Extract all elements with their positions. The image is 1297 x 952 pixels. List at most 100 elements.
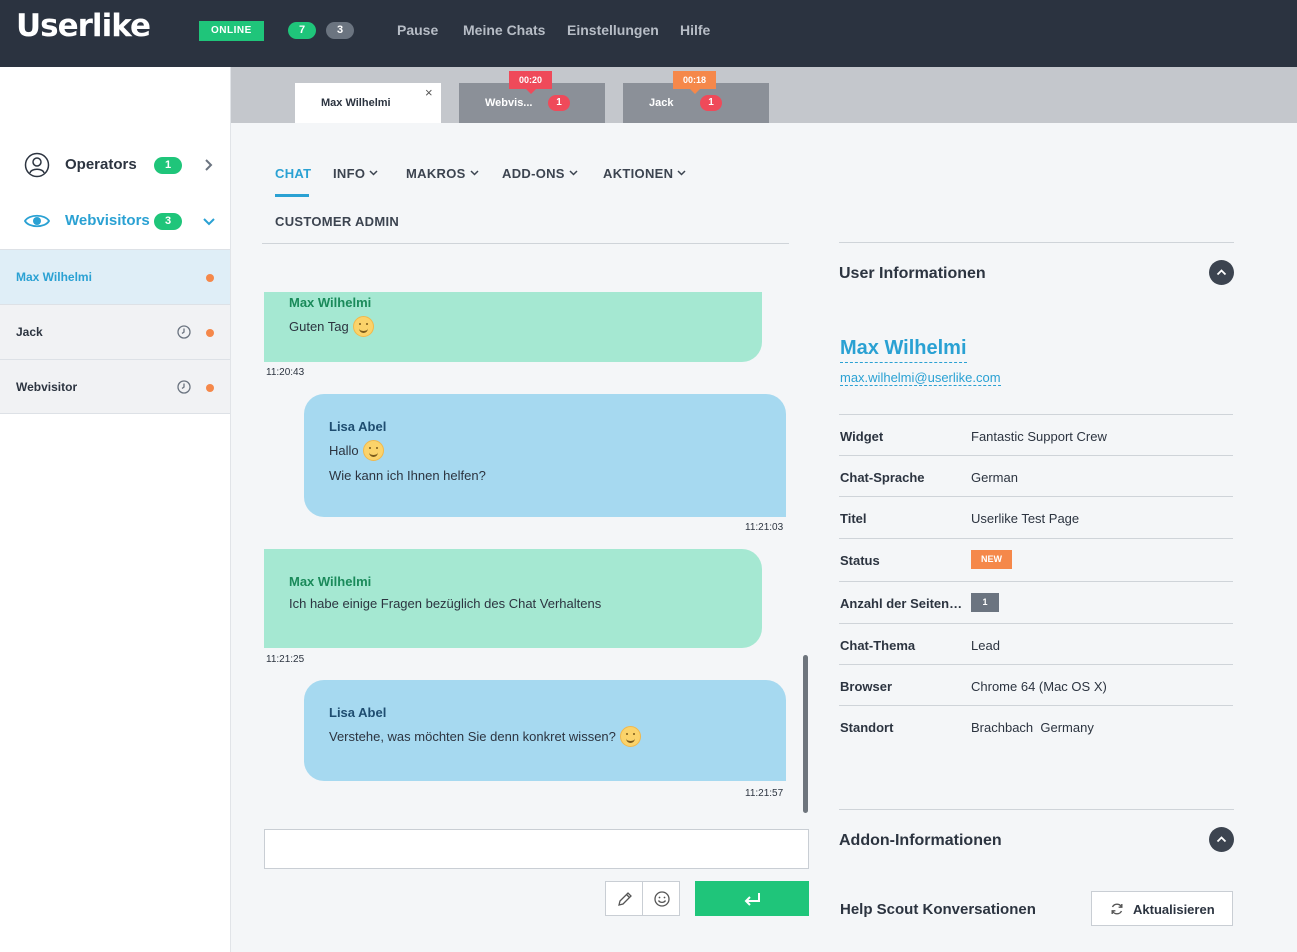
nav-meine-chats[interactable]: Meine Chats [463,22,545,38]
waiting-chats-count[interactable]: 3 [326,22,354,39]
smiley-icon [654,891,670,907]
pencil-icon [618,892,632,906]
user-name-link[interactable]: Max Wilhelmi [840,337,967,363]
collapse-addon-info-button[interactable] [1209,827,1234,852]
tab-aktionen[interactable]: AKTIONEN [603,166,686,181]
info-value: Userlike Test Page [971,511,1080,526]
tab-label: Webvis... [485,97,533,109]
sidebar-webvisitors-count: 3 [154,213,182,230]
chat-scrollbar[interactable] [803,655,808,813]
tab-makros-label: MAKROS [406,166,466,181]
chat-tab-strip: Max Wilhelmi × 00:20 Webvis... 1 00:18 J… [231,67,1297,123]
tab-customer-admin[interactable]: CUSTOMER ADMIN [275,214,399,229]
chevron-down-icon [203,218,215,226]
tab-makros[interactable]: MAKROS [406,166,479,181]
message-text: Hallo [329,440,761,461]
online-status-badge[interactable]: ONLINE [199,21,264,41]
operator-icon [24,152,50,178]
tab-add-ons[interactable]: ADD-ONS [502,166,578,181]
smiley-emoji-icon [352,316,374,337]
close-icon[interactable]: × [425,85,433,100]
sidebar: Operators 1 Webvisitors 3 Max Wilhelmi J… [0,67,231,952]
tab-webvisitor[interactable]: 00:20 Webvis... 1 [459,71,605,123]
message-clip: Max Wilhelmi Guten Tag [264,292,762,362]
nav-hilfe[interactable]: Hilfe [680,22,710,38]
chat-message-visitor: Max Wilhelmi Ich habe einige Fragen bezü… [264,549,762,648]
eye-icon [24,214,50,228]
nav-pause[interactable]: Pause [397,22,438,38]
clock-icon [177,380,191,394]
refresh-button[interactable]: Aktualisieren [1091,891,1233,926]
chat-message-visitor: Max Wilhelmi Guten Tag [264,292,762,362]
unread-dot [206,329,214,337]
tab-timer: 00:20 [509,71,553,94]
smiley-emoji-icon [362,440,384,461]
message-sender: Max Wilhelmi [289,574,372,589]
visitor-item-max-wilhelmi[interactable]: Max Wilhelmi [0,249,230,304]
message-text: Ich habe einige Fragen bezüglich des Cha… [289,596,602,611]
collapse-user-info-button[interactable] [1209,260,1234,285]
chevron-down-icon [369,170,378,176]
chevron-down-icon [569,170,578,176]
tab-unread-count: 1 [548,95,570,111]
message-text: Guten Tag [289,316,737,337]
message-time: 11:21:25 [266,654,305,665]
info-key: Widget [840,429,884,444]
divider [839,242,1234,243]
sidebar-operators-count: 1 [154,157,182,174]
unread-dot [206,384,214,392]
info-row-widget: Widget Fantastic Support Crew [839,414,1233,456]
sidebar-operators-label: Operators [65,156,137,173]
tab-jack[interactable]: 00:18 Jack 1 [623,71,769,123]
info-row-chat-sprache: Chat-Sprache German [839,455,1233,497]
info-key: Standort [840,720,894,735]
info-key: Browser [840,679,893,694]
enter-icon [744,893,760,906]
tab-aktionen-label: AKTIONEN [603,166,674,181]
visitor-item-jack[interactable]: Jack [0,304,230,359]
chat-message-operator: Lisa Abel Verstehe, was möchten Sie denn… [304,680,786,781]
message-text: Verstehe, was möchten Sie denn konkret w… [329,726,761,747]
send-button[interactable] [695,881,809,916]
active-chats-count[interactable]: 7 [288,22,316,39]
tab-label: Max Wilhelmi [321,97,391,109]
visitor-item-webvisitor[interactable]: Webvisitor [0,359,230,414]
info-key: Anzahl der Seitenaufrufe [840,596,965,611]
chevron-up-icon [1216,836,1227,843]
info-row-chat-thema: Chat-Thema Lead [839,623,1233,665]
nav-einstellungen[interactable]: Einstellungen [567,22,659,38]
tab-unread-count: 1 [700,95,722,111]
info-row-anzahl-seiten: Anzahl der Seitenaufrufe 1 [839,581,1233,623]
info-key: Status [840,553,880,568]
tab-chat[interactable]: CHAT [275,166,311,181]
info-value: Fantastic Support Crew [971,429,1107,444]
emoji-button[interactable] [642,881,680,916]
chevron-right-icon [205,159,213,171]
tab-info[interactable]: INFO [333,166,378,181]
info-value: Chrome 64 (Mac OS X) [971,679,1107,694]
info-key: Titel [840,511,867,526]
userlike-logo[interactable]: Userlike [16,8,151,44]
info-key: Chat-Thema [840,638,916,653]
info-row-standort: Standort Brachbach Germany [839,705,1233,747]
pencil-button[interactable] [605,881,643,916]
divider [839,809,1234,810]
message-sender: Lisa Abel [329,419,387,434]
message-sender: Max Wilhelmi [289,295,372,310]
addon-info-title: Addon-Informationen [839,832,1002,849]
tab-max-wilhelmi[interactable]: Max Wilhelmi × [295,83,441,123]
info-value: Brachbach Germany [971,720,1094,735]
refresh-icon [1111,903,1123,915]
info-key: Chat-Sprache [840,470,925,485]
unread-dot [206,274,214,282]
message-sender: Lisa Abel [329,705,387,720]
info-row-titel: Titel Userlike Test Page [839,496,1233,538]
sidebar-section-operators[interactable]: Operators 1 [0,145,231,185]
divider [262,243,789,244]
chat-message-input[interactable] [264,829,809,869]
sidebar-section-webvisitors[interactable]: Webvisitors 3 [0,201,231,241]
info-row-browser: Browser Chrome 64 (Mac OS X) [839,664,1233,706]
chevron-down-icon [677,170,686,176]
tab-info-label: INFO [333,166,366,181]
user-email-link[interactable]: max.wilhelmi@userlike.com [840,370,1001,386]
